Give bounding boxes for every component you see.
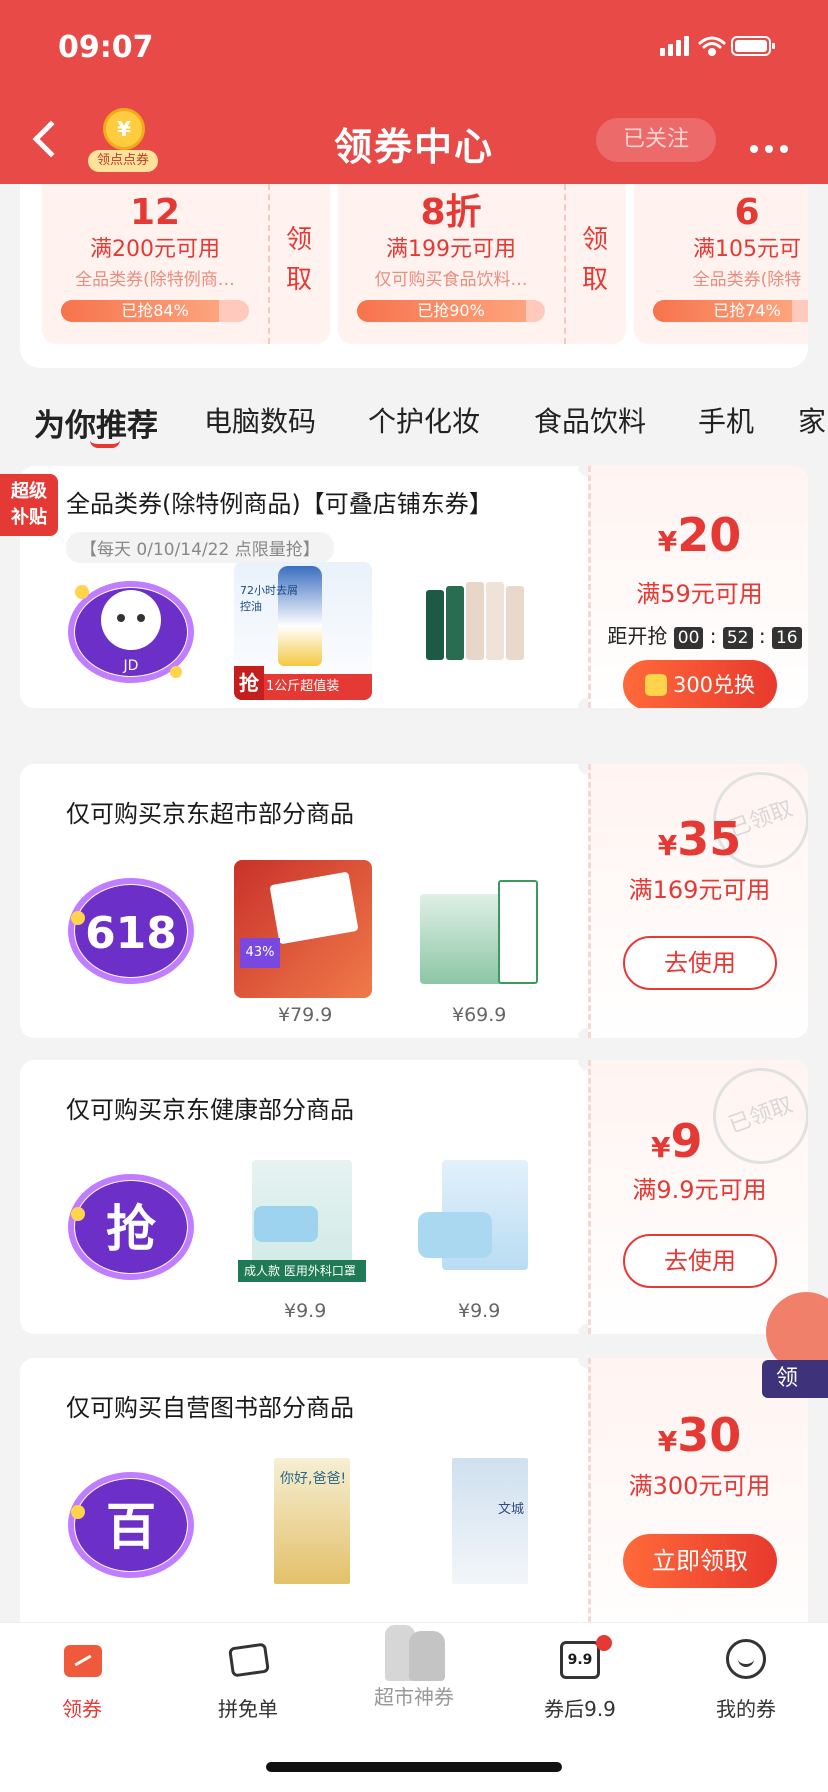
- coupon-condition: 满199元可用: [386, 237, 516, 262]
- product-price: ¥79.9: [278, 1004, 333, 1026]
- active-tab-indicator: [90, 440, 120, 448]
- coupon-title: 全品类券(除特例商品)【可叠店铺东券】: [66, 490, 493, 518]
- product-image[interactable]: [406, 1156, 544, 1294]
- claim-button[interactable]: 领取: [268, 184, 330, 344]
- use-button[interactable]: 去使用: [623, 936, 777, 990]
- floating-widget-label: 领: [762, 1360, 828, 1398]
- tab-phone[interactable]: 手机: [698, 400, 754, 440]
- claimed-progress: 已抢90%: [357, 300, 545, 322]
- top-coupon[interactable]: 12 满200元可用 全品类券(除特例商… 已抢84% 领取: [42, 184, 330, 344]
- nav-my-coupons[interactable]: 我的券: [686, 1639, 806, 1739]
- product-price: ¥9.9: [284, 1300, 327, 1322]
- jd-mascot-logo: JD: [68, 581, 194, 683]
- product-price: ¥9.9: [458, 1300, 501, 1322]
- coupon-desc: 仅可购买食品饮料…: [374, 270, 528, 290]
- nav-after-coupon[interactable]: 9.9 券后9.9: [520, 1635, 640, 1739]
- top-coupon[interactable]: 6 满105元可 全品类券(除特 已抢74%: [634, 184, 808, 344]
- hundred-logo: 百: [68, 1472, 194, 1578]
- tab-food-drink[interactable]: 食品饮料: [534, 400, 646, 440]
- wifi-icon: [698, 36, 726, 56]
- coupon-card[interactable]: 仅可购买京东超市部分商品 618 43% ¥79.9 ¥69.9 已领取 ¥35…: [20, 764, 808, 1038]
- coin-icon: [644, 674, 667, 696]
- battery-icon: [731, 36, 775, 56]
- product-image[interactable]: [406, 562, 544, 700]
- product-image[interactable]: 43%: [234, 860, 372, 998]
- claimed-stamp: 已领取: [699, 1060, 808, 1178]
- signal-icon: [660, 36, 689, 56]
- coupon-title: 仅可购买京东超市部分商品: [66, 800, 354, 828]
- top-coupon[interactable]: 8折 满199元可用 仅可购买食品饮料… 已抢90% 领取: [338, 184, 626, 344]
- coupon-condition: 满9.9元可用: [632, 1176, 767, 1204]
- svg-text:618: 618: [85, 908, 177, 959]
- tab-recommend[interactable]: 为你推荐: [34, 400, 158, 445]
- coupon-subtitle: 【每天 0/10/14/22 点限量抢】: [66, 532, 334, 563]
- product-image[interactable]: 72小时去屑控油 1公斤超值装 抢: [234, 562, 372, 700]
- coupon-title: 仅可购买京东健康部分商品: [66, 1096, 354, 1124]
- product-image[interactable]: 文城: [406, 1454, 544, 1592]
- exchange-button[interactable]: 300兑换: [623, 660, 777, 708]
- ticket-icon: [226, 1639, 270, 1679]
- coupon-right-panel: ¥20 满59元可用 距开抢 00 : 52 : 16 300兑换: [588, 466, 808, 708]
- 618-logo: 618: [68, 878, 194, 984]
- smile-icon: [724, 1639, 768, 1679]
- coupon-card[interactable]: 全品类券(除特例商品)【可叠店铺东券】 【每天 0/10/14/22 点限量抢】…: [20, 466, 808, 708]
- coupon-condition: 满169元可用: [628, 876, 771, 904]
- tab-home[interactable]: 家: [798, 400, 826, 440]
- home-indicator: [266, 1762, 562, 1772]
- notification-dot: [596, 1635, 612, 1651]
- coupon-amount: 8折: [420, 192, 482, 233]
- svg-text:抢: 抢: [106, 1200, 157, 1258]
- coupon-tab-icon: [60, 1639, 104, 1679]
- coupon-card[interactable]: 仅可购买自营图书部分商品 百 你好,爸爸! 文城 ¥30 满300元可用 立即领…: [20, 1358, 808, 1658]
- claim-now-button[interactable]: 立即领取: [623, 1534, 777, 1588]
- product-price: ¥69.9: [452, 1004, 507, 1026]
- coupon-title: 仅可购买自营图书部分商品: [66, 1394, 354, 1422]
- coupon-desc: 全品类券(除特例商…: [75, 270, 235, 290]
- coupon-condition: 满200元可用: [90, 237, 220, 262]
- coupon-price: ¥9: [651, 1114, 703, 1168]
- follow-button[interactable]: 已关注: [596, 118, 716, 162]
- coupon-right-panel: 已领取 ¥35 满169元可用 去使用: [588, 764, 808, 1038]
- coupon-condition: 满300元可用: [628, 1472, 771, 1500]
- more-icon[interactable]: [750, 138, 795, 157]
- super-subsidy-badge: 超级 补贴: [0, 474, 58, 536]
- category-tabs: 为你推荐 电脑数码 个护化妆 食品饮料 手机 家: [0, 392, 828, 452]
- floating-promo-widget[interactable]: 领: [758, 1292, 828, 1404]
- claimed-progress: 已抢74%: [653, 300, 808, 322]
- nav-group-free[interactable]: 拼免单: [188, 1639, 308, 1739]
- product-image[interactable]: 你好,爸爸!: [234, 1454, 372, 1592]
- product-image[interactable]: [406, 860, 544, 998]
- coupon-condition: 满105元可: [693, 237, 801, 262]
- status-icons: [660, 36, 775, 56]
- tab-digital[interactable]: 电脑数码: [204, 400, 316, 440]
- nav-coupons[interactable]: 领券: [22, 1639, 142, 1739]
- coupon-amount: 12: [129, 192, 181, 233]
- coupon-price: ¥30: [657, 1408, 742, 1462]
- coupon-desc: 全品类券(除特: [692, 270, 802, 290]
- svg-text:JD: JD: [123, 658, 139, 674]
- bottle-icon: [379, 1625, 449, 1681]
- svg-text:百: 百: [106, 1498, 156, 1556]
- status-time: 09:07: [58, 30, 154, 65]
- grab-logo: 抢: [68, 1174, 194, 1280]
- nav-supermarket[interactable]: 超市神券: [354, 1625, 474, 1739]
- claim-button[interactable]: 领取: [564, 184, 626, 344]
- top-coupon-carousel: 12 满200元可用 全品类券(除特例商… 已抢84% 领取 8折 满199元可…: [20, 184, 808, 368]
- ninety-nine-icon: 9.9: [558, 1635, 612, 1679]
- coupon-amount: 6: [734, 192, 760, 233]
- coupon-price: ¥20: [657, 508, 742, 562]
- product-image[interactable]: 成人款 医用外科口罩: [234, 1156, 372, 1294]
- claimed-progress: 已抢84%: [61, 300, 249, 322]
- use-button[interactable]: 去使用: [623, 1234, 777, 1288]
- coupon-card[interactable]: 仅可购买京东健康部分商品 抢 成人款 医用外科口罩 ¥9.9 ¥9.9 已领取 …: [20, 1060, 808, 1334]
- coupon-condition: 满59元可用: [636, 580, 763, 608]
- tab-personal-care[interactable]: 个护化妆: [368, 400, 480, 440]
- header: 09:07 ¥ 领点点券 领券中心 已关注: [0, 0, 828, 184]
- coupon-price: ¥35: [657, 812, 742, 866]
- countdown: 距开抢 00 : 52 : 16: [601, 620, 808, 649]
